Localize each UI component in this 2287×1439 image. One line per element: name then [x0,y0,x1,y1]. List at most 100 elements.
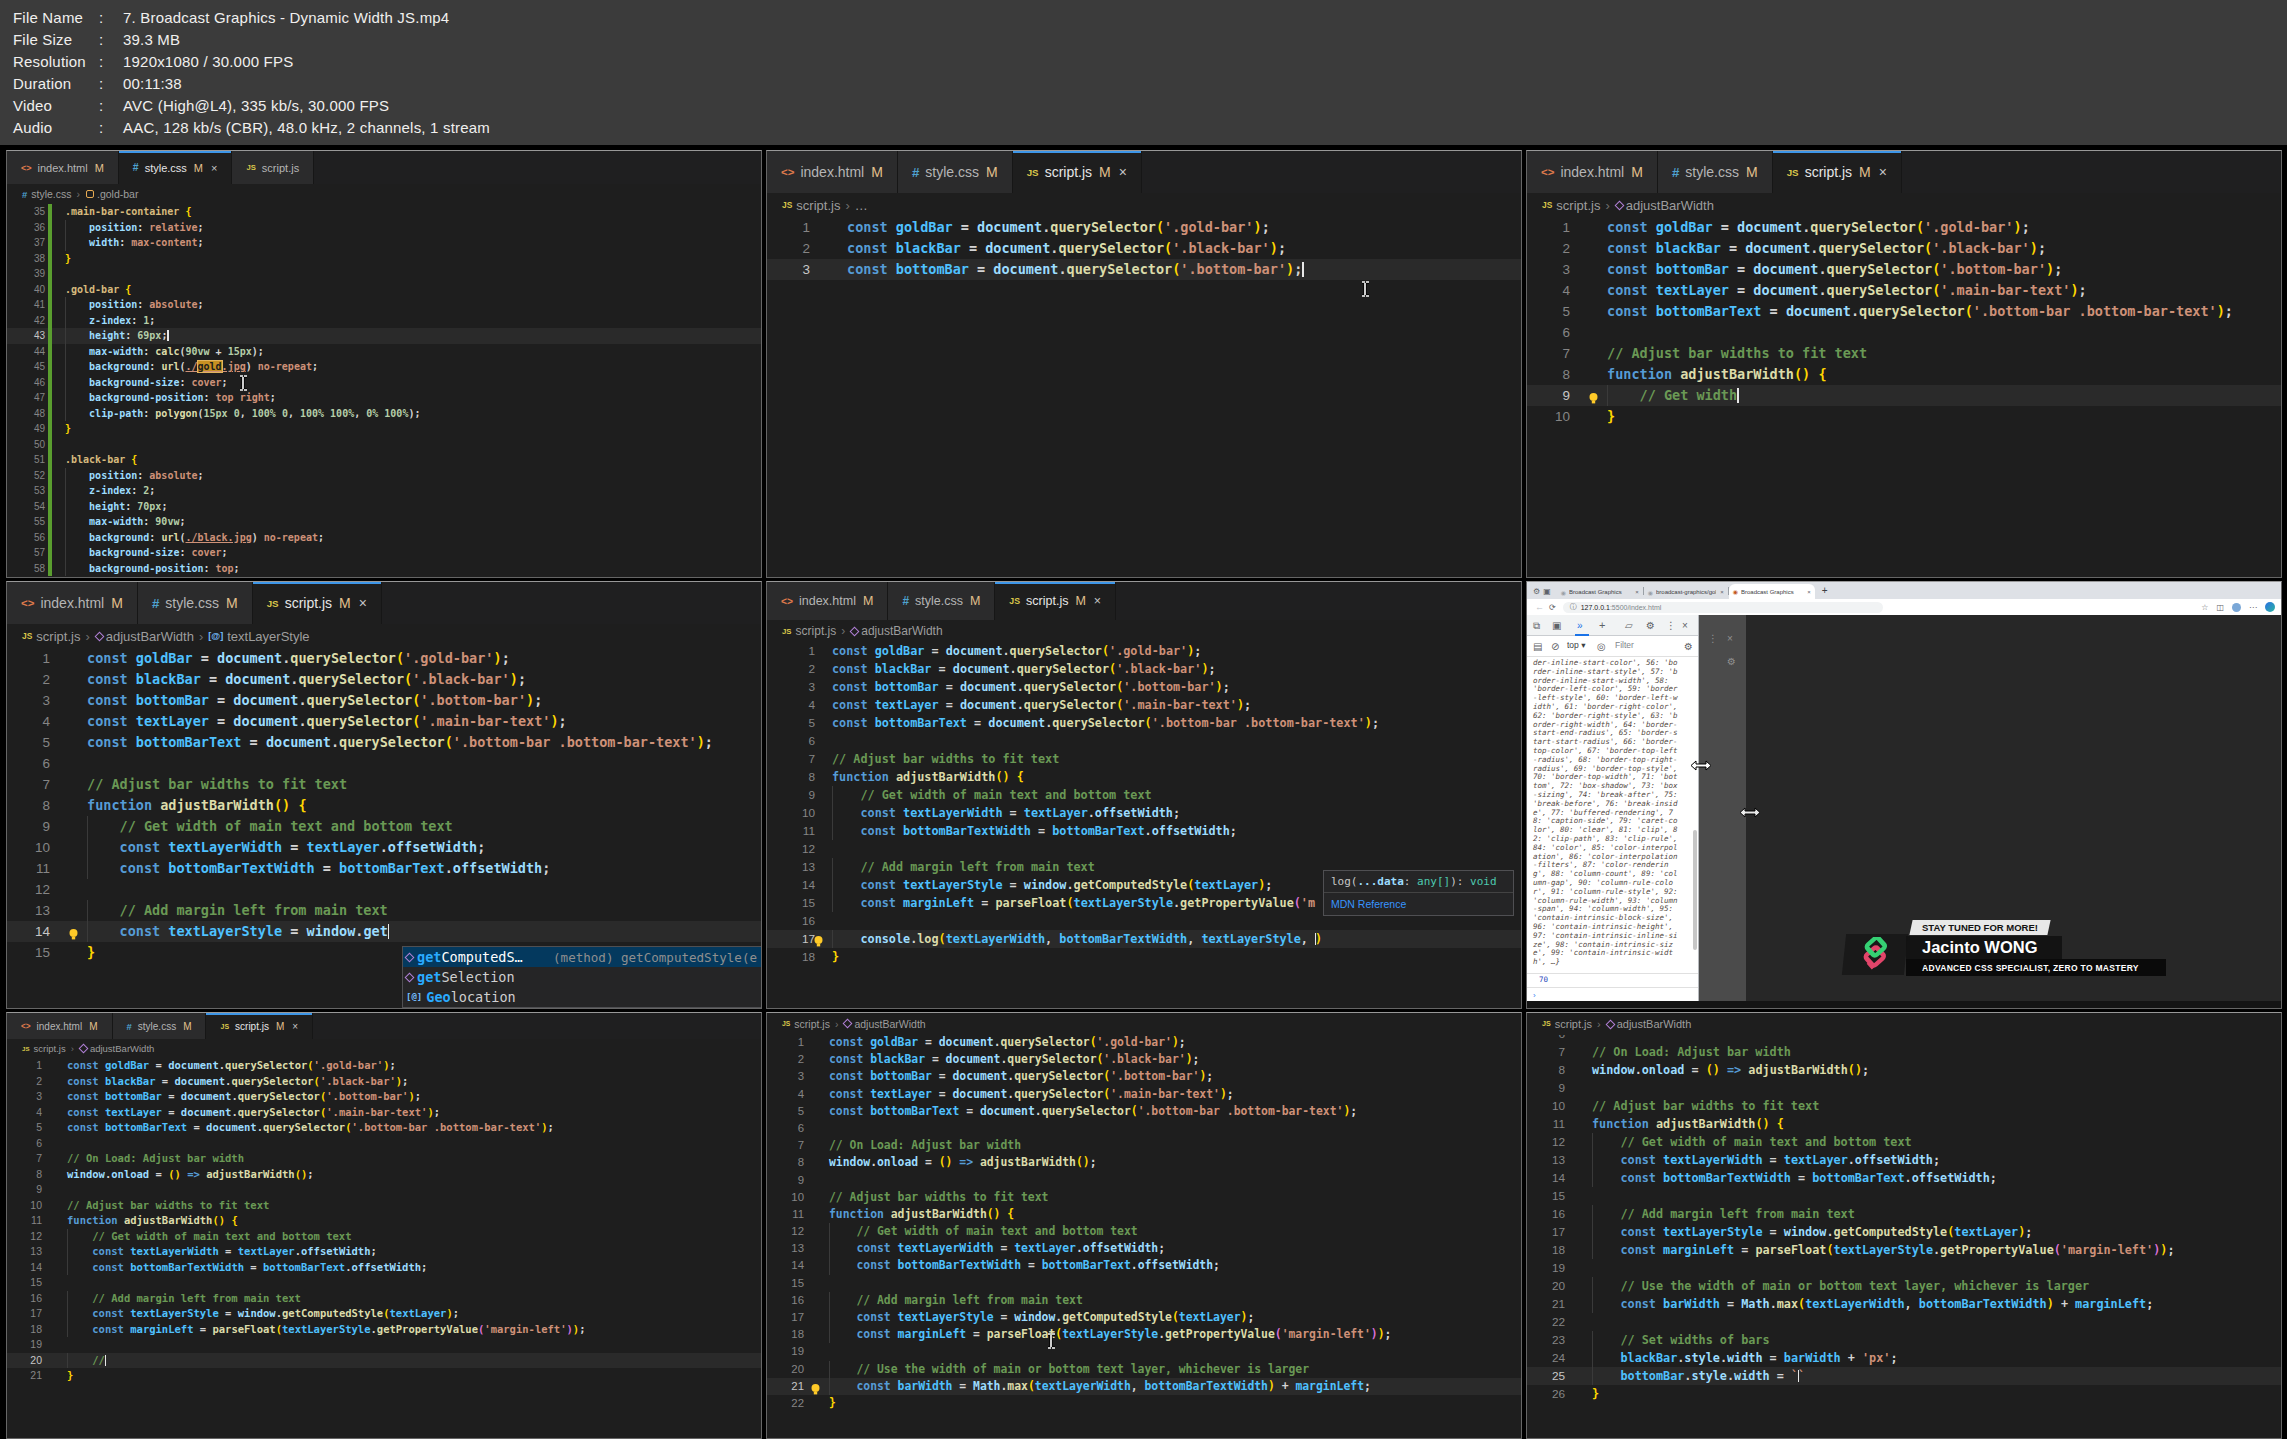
settings-gear-icon[interactable]: ⚙ [1646,620,1655,631]
html-file-icon: <> [21,163,32,173]
tab-index.html[interactable]: <>index.htmlM [7,151,119,184]
code-area[interactable]: 1const goldBar = document.querySelector(… [767,217,1521,280]
tab-style.css[interactable]: #style.cssM [113,1013,207,1039]
more-menu-icon[interactable]: ⋮ [1666,620,1676,631]
context-selector[interactable]: top ▾ [1567,640,1585,650]
reload-icon[interactable]: ⟳ [1549,603,1556,612]
breadcrumb-item[interactable]: adjustBarWidth [1617,1018,1692,1030]
code-area[interactable]: 67// On Load: Adjust bar width8window.on… [1527,1025,2281,1403]
browser-profile-icon[interactable]: ⚙ [1533,587,1540,596]
code-area[interactable]: 1const goldBar = document.querySelector(… [7,648,761,963]
browser-tab[interactable]: ◉Broadcast Graphics× [1557,585,1643,599]
breadcrumb-item[interactable]: script.js [794,1018,830,1030]
tab-style.css[interactable]: #style.cssM [898,151,1013,193]
add-icon[interactable]: + [1599,619,1605,631]
close-icon[interactable]: × [1682,620,1688,631]
copilot-icon[interactable] [2265,602,2275,612]
tab-index.html[interactable]: <>index.htmlM [767,151,898,193]
clear-console-icon[interactable]: ⊘ [1551,641,1559,652]
browser-tab[interactable]: ◉Broadcast Graphics× [1729,584,1815,599]
eye-icon[interactable]: ◎ [1597,641,1606,652]
console-settings-icon[interactable]: ⚙ [1684,641,1693,652]
close-icon[interactable]: × [1807,589,1811,595]
breadcrumb-item[interactable]: adjustBarWidth [90,1043,154,1054]
tab-script.js[interactable]: JSscript.js [232,151,314,184]
close-icon[interactable]: × [1635,589,1639,595]
tab-index.html[interactable]: <>index.htmlM [767,582,888,620]
tab-index.html[interactable]: <>index.htmlM [1527,151,1658,193]
tab-index.html[interactable]: <>index.htmlM [7,1013,113,1039]
lightbulb-icon[interactable] [1588,390,1599,408]
vscode-editor-frame-p2: <>index.htmlM#style.cssMJSscript.jsM×JSs… [766,150,1522,578]
breadcrumb-item[interactable]: script.js [796,624,837,638]
code-line: 40.gold-bar { [7,282,761,298]
suggestion-item[interactable]: getSelection [403,967,761,987]
tab-script.js[interactable]: JSscript.jsM× [995,582,1116,620]
browser-tab[interactable]: ◉broadcast-graphics/gold.jpg× [1644,585,1728,599]
extension-icon[interactable]: ◫ [2216,603,2224,612]
close-icon[interactable]: × [1720,589,1724,595]
breadcrumb-item[interactable]: script.js [34,1043,66,1054]
share-icon[interactable]: ▱ [1625,620,1633,631]
css-file-icon: # [1672,165,1679,180]
breadcrumb-item[interactable]: adjustBarWidth [106,629,194,644]
close-icon[interactable]: × [1094,594,1101,608]
breadcrumb-item[interactable]: adjustBarWidth [1626,198,1714,213]
file-info-label: Video [13,95,99,117]
mdn-reference-link[interactable]: MDN Reference [1324,893,1513,915]
close-icon[interactable]: × [1119,164,1127,180]
tab-index.html[interactable]: <>index.htmlM [7,582,138,624]
file-info-row: Audio:AAC, 128 kb/s (CBR), 48.0 kHz, 2 c… [13,117,2287,139]
tab-script.js[interactable]: JSscript.jsM× [206,1013,313,1039]
back-icon[interactable]: ← [1535,602,1544,612]
tab-style.css[interactable]: #style.cssM [1658,151,1773,193]
close-icon[interactable]: × [211,162,217,174]
tab-style.css[interactable]: #style.cssM [138,582,253,624]
code-area[interactable]: 1const goldBar = document.querySelector(… [7,1058,761,1384]
breadcrumb-item[interactable]: script.js [796,198,840,213]
more-tabs-icon[interactable]: » [1577,620,1583,631]
browser-window-icon[interactable]: ▣ [1543,587,1551,596]
code-area[interactable]: 1const goldBar = document.querySelector(… [767,1034,1521,1412]
line-number: 13 [7,900,50,921]
breadcrumb-item[interactable]: textLayerStyle [227,629,309,644]
suggestion-item[interactable]: [@]Geolocation [403,987,761,1007]
code-area[interactable]: 35.main-bar-container {36 position: rela… [7,204,761,576]
tab-script.js[interactable]: JSscript.jsM× [253,582,382,624]
breadcrumb-item[interactable]: style.css [31,188,71,200]
device-toolbar-icon[interactable]: ▣ [1552,620,1561,631]
tab-script.js[interactable]: JSscript.jsM× [1773,151,1902,193]
tab-style.css[interactable]: #style.cssM [888,582,995,620]
menu-icon[interactable]: ⋯ [2249,603,2257,612]
tab-style.css[interactable]: #style.cssM× [119,151,233,184]
filter-input[interactable]: Filter [1615,640,1634,650]
line-number: 10 [1527,1097,1565,1115]
scrollbar[interactable] [1693,830,1697,950]
close-icon[interactable]: × [359,595,367,611]
suggestion-item[interactable]: getComputedS…(method) getComputedStyle(e [403,947,761,967]
inspect-icon[interactable]: ⧉ [1533,620,1540,632]
bookmark-icon[interactable]: ☆ [2201,603,2208,612]
breadcrumb-item[interactable]: … [855,198,868,213]
console-sidebar-icon[interactable]: ▤ [1533,641,1542,652]
new-tab-icon[interactable]: + [1822,585,1828,596]
breadcrumb-item[interactable]: script.js [36,629,80,644]
console-prompt[interactable]: › [1533,991,1536,1000]
code-area[interactable]: 1const goldBar = document.querySelector(… [1527,217,2281,427]
breadcrumb-item[interactable]: adjustBarWidth [854,1018,925,1030]
console-toolbar: ▤ ⊘ top ▾ ◎ Filter ⚙ [1527,636,1698,657]
profile-avatar[interactable] [2232,603,2241,612]
tab-label: style.css [145,162,187,174]
close-icon[interactable]: × [292,1021,298,1032]
breadcrumb-item[interactable]: script.js [1555,1018,1592,1030]
lightbulb-icon[interactable] [813,933,824,951]
breadcrumb-item[interactable]: script.js [1556,198,1600,213]
tab-script.js[interactable]: JSscript.jsM× [1013,151,1142,193]
lightbulb-icon[interactable] [68,926,79,944]
url-field[interactable]: ⓘ127.0.0.1:5500/index.html [1563,602,1883,613]
breadcrumb-item[interactable]: adjustBarWidth [861,624,942,638]
code-area[interactable]: 1const goldBar = document.querySelector(… [767,642,1521,966]
close-icon[interactable]: × [1879,164,1887,180]
lightbulb-icon[interactable] [810,1381,821,1399]
breadcrumb-item[interactable]: .gold-bar [97,188,138,200]
